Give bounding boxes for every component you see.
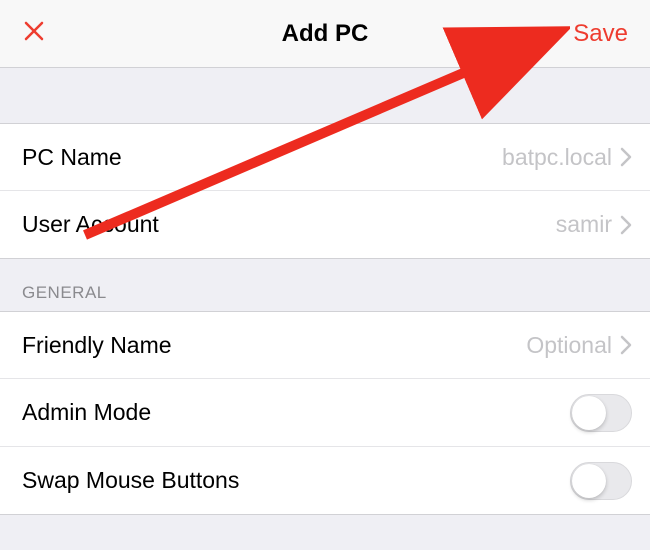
row-label: Friendly Name: [22, 332, 172, 359]
row-value: batpc.local: [502, 144, 612, 171]
row-right: batpc.local: [502, 144, 632, 171]
row-right: [570, 462, 632, 500]
row-label: PC Name: [22, 144, 122, 171]
close-button[interactable]: [22, 19, 62, 48]
friendly-name-row[interactable]: Friendly Name Optional: [0, 311, 650, 379]
row-label: User Account: [22, 211, 159, 238]
toggle-knob: [572, 396, 606, 430]
save-button[interactable]: Save: [573, 20, 628, 48]
section-spacer: [0, 68, 650, 123]
close-icon: [22, 19, 46, 48]
row-label: Admin Mode: [22, 399, 151, 426]
swap-mouse-toggle[interactable]: [570, 462, 632, 500]
chevron-right-icon: [620, 215, 632, 235]
toggle-knob: [572, 464, 606, 498]
row-right: samir: [556, 211, 632, 238]
row-value: samir: [556, 211, 612, 238]
row-right: [570, 394, 632, 432]
row-right: Optional: [526, 332, 632, 359]
row-value: Optional: [526, 332, 612, 359]
section-title: GENERAL: [22, 283, 107, 303]
admin-mode-row: Admin Mode: [0, 379, 650, 447]
header-bar: Add PC Save: [0, 0, 650, 68]
row-label: Swap Mouse Buttons: [22, 467, 239, 494]
page-title: Add PC: [282, 20, 369, 48]
swap-mouse-row: Swap Mouse Buttons: [0, 447, 650, 515]
chevron-right-icon: [620, 335, 632, 355]
user-account-row[interactable]: User Account samir: [0, 191, 650, 259]
general-section-header: GENERAL: [0, 259, 650, 311]
chevron-right-icon: [620, 147, 632, 167]
pc-name-row[interactable]: PC Name batpc.local: [0, 123, 650, 191]
admin-mode-toggle[interactable]: [570, 394, 632, 432]
